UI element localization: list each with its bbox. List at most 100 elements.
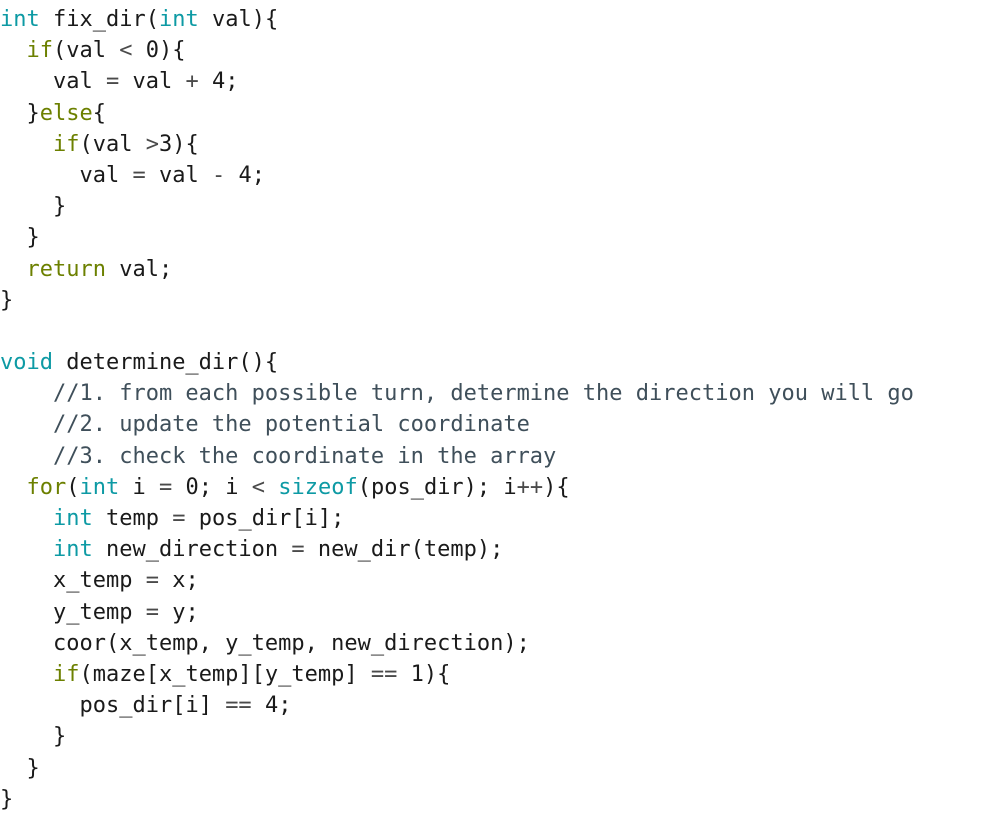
code-line: pos_dir[i] == 4;: [0, 690, 988, 721]
code-token-keyword: void: [0, 350, 53, 376]
code-token-op: +: [185, 69, 199, 95]
code-token-num: 4: [264, 693, 279, 719]
code-token-keyword: sizeof: [278, 474, 358, 500]
code-token-control: else: [39, 100, 93, 126]
code-line: }: [0, 285, 988, 316]
code-token-num: 0: [185, 474, 199, 500]
code-token-plain: val: [145, 162, 212, 188]
code-token-comment: //1. from each possible turn, determine …: [52, 381, 914, 407]
code-line: }: [0, 721, 988, 752]
code-token-op: =: [159, 474, 173, 500]
code-token-comment: //3. check the coordinate in the array: [52, 443, 557, 469]
code-token-plain: val: [79, 162, 133, 188]
code-token-control: if: [52, 661, 80, 687]
code-token-plain: val: [52, 69, 106, 95]
code-token-plain: (val: [79, 131, 146, 157]
code-line: for(int i = 0; i < sizeof(pos_dir); i++)…: [0, 472, 988, 503]
code-token-op: =: [145, 568, 159, 594]
code-token-plain: temp: [92, 506, 173, 531]
code-line: //2. update the potential coordinate: [0, 409, 988, 440]
code-line: int new_direction = new_dir(temp);: [0, 534, 988, 565]
code-line: return val;: [0, 254, 988, 285]
code-token-num: 4: [211, 69, 226, 95]
code-token-num: 0: [145, 38, 159, 64]
code-token-num: 3: [158, 131, 173, 157]
code-token-op: ++: [516, 474, 544, 500]
code-line: val = val + 4;: [0, 66, 988, 97]
code-line: void determine_dir(){: [0, 347, 988, 378]
code-token-plain: coor(x_temp, y_temp, new_direction);: [52, 630, 530, 656]
code-line: val = val - 4;: [0, 160, 988, 191]
code-token-plain: val: [119, 69, 186, 95]
code-token-plain: {: [92, 100, 106, 126]
code-token-plain: ){: [172, 131, 199, 157]
code-token-keyword: int: [52, 506, 93, 531]
code-token-plain: ;: [278, 693, 292, 719]
code-line: }: [0, 784, 988, 815]
code-token-op: <: [251, 474, 265, 500]
code-line: }: [0, 222, 988, 253]
code-token-op: =: [105, 69, 120, 95]
code-token-plain: pos_dir[i]: [79, 693, 226, 719]
code-token-num: 4: [238, 162, 252, 188]
code-listing[interactable]: int fix_dir(int val){ if(val < 0){ val =…: [0, 0, 988, 838]
code-line: }: [0, 753, 988, 784]
code-token-plain: }: [52, 724, 67, 750]
code-token-plain: new_direction: [92, 537, 292, 563]
code-token-num: 1: [410, 661, 424, 687]
code-token-plain: pos_dir[i];: [185, 506, 345, 531]
code-token-op: =: [145, 599, 159, 625]
code-token-plain: (maze[x_temp][y_temp]: [79, 661, 371, 687]
code-token-comment: //2. update the potential coordinate: [52, 412, 530, 438]
code-line: if(maze[x_temp][y_temp] == 1){: [0, 659, 988, 690]
code-token-op: <: [119, 38, 133, 64]
code-token-plain: ;: [251, 162, 265, 188]
code-token-plain: }: [26, 225, 40, 251]
code-token-plain: ){: [423, 661, 451, 687]
code-token-plain: }: [26, 755, 40, 781]
code-token-plain: }: [26, 100, 40, 126]
code-token-keyword: int: [158, 7, 199, 32]
code-token-plain: y;: [158, 599, 199, 625]
code-line: y_temp = y;: [0, 597, 988, 628]
code-token-plain: }: [0, 287, 14, 313]
code-token-plain: val;: [105, 256, 173, 282]
code-token-plain: ){: [158, 38, 186, 64]
code-token-op: >: [145, 131, 159, 157]
code-token-op: -: [211, 162, 226, 188]
code-token-keyword: int: [0, 7, 40, 32]
code-token-plain: }: [52, 194, 67, 220]
code-token-op: ==: [370, 661, 398, 687]
code-token-control: return: [26, 256, 106, 282]
code-token-plain: y_temp: [52, 599, 146, 625]
code-token-plain: ){: [543, 474, 570, 500]
code-token-plain: x;: [158, 568, 199, 594]
code-token-op: =: [172, 506, 186, 531]
code-token-keyword: int: [79, 474, 120, 500]
code-line: coor(x_temp, y_temp, new_direction);: [0, 628, 988, 659]
